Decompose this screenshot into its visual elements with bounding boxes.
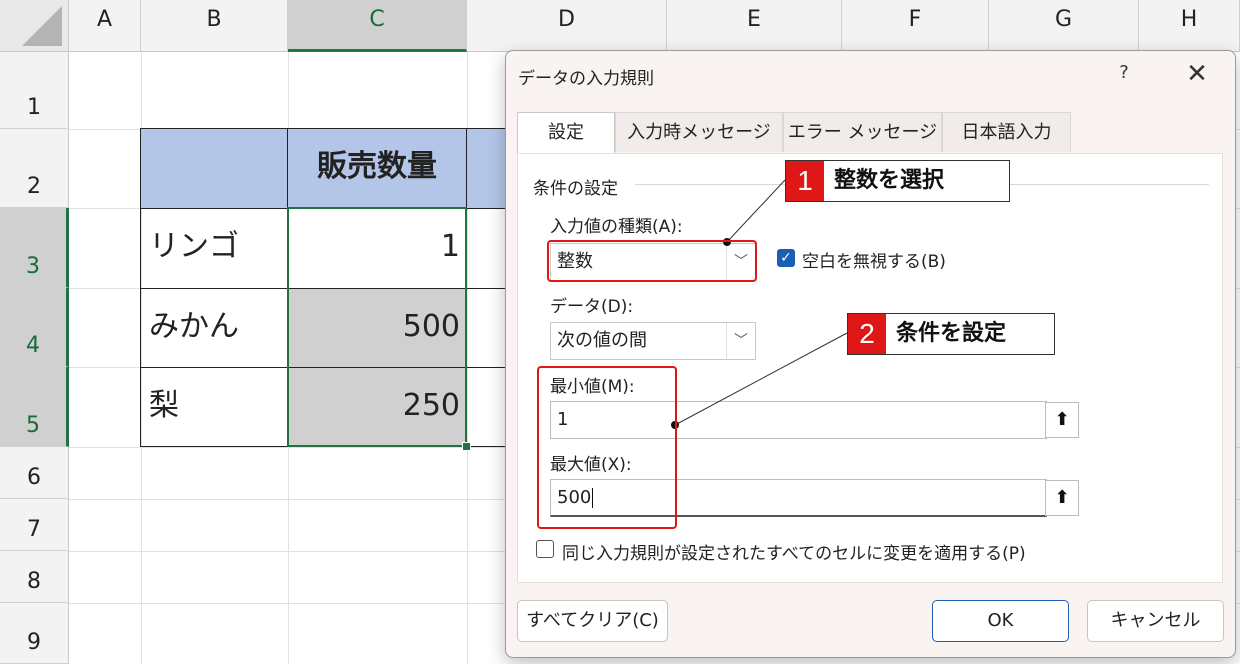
callout-1: 1 整数を選択: [785, 160, 1010, 202]
callout-2: 2 条件を設定: [847, 313, 1055, 355]
callout-number: 2: [848, 314, 886, 354]
callout-number: 1: [786, 161, 824, 201]
leader-line-2: [674, 332, 848, 426]
callout-text: 整数を選択: [834, 168, 945, 193]
leader-dot-1: [723, 238, 731, 246]
leader-dot-2: [671, 421, 679, 429]
leader-line-1: [726, 179, 786, 243]
callout-text: 条件を設定: [896, 321, 1007, 346]
